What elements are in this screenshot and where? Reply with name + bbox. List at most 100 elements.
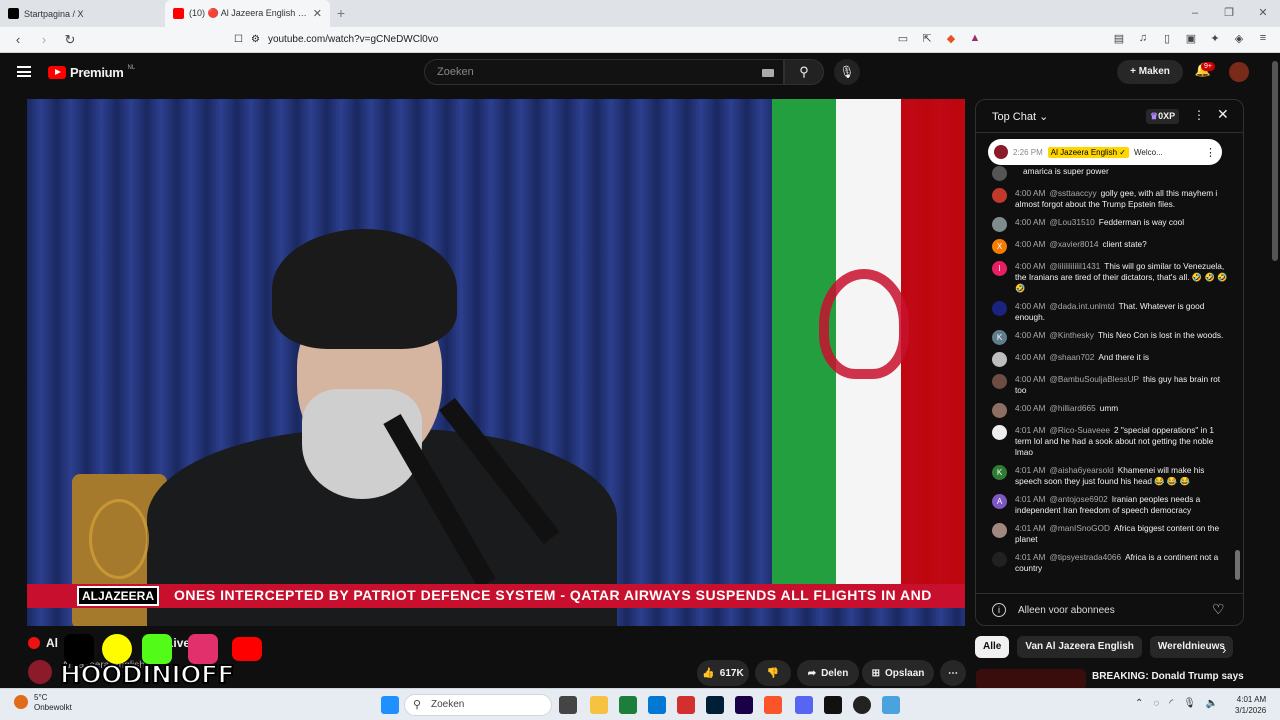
like-button[interactable]: 👍 617K: [697, 660, 749, 686]
message-author[interactable]: @shaan702: [1049, 352, 1094, 362]
message-author[interactable]: @xavier8014: [1049, 239, 1098, 249]
chat-mode-dropdown[interactable]: Top Chat ⌄: [992, 110, 1048, 123]
wallet-icon[interactable]: ▣: [1182, 32, 1200, 48]
acrobat-icon[interactable]: [677, 696, 695, 714]
youtube-logo[interactable]: Premium NL: [48, 65, 135, 80]
chat-message[interactable]: 4:00 AM @ssttaaccyy golly gee, with all th…: [992, 188, 1228, 210]
keyboard-icon[interactable]: [762, 69, 774, 77]
wifi-icon[interactable]: ◜: [1169, 698, 1173, 709]
message-author[interactable]: @manISnoGOD: [1049, 523, 1110, 533]
more-actions-button[interactable]: ⋯: [940, 660, 966, 686]
share-button[interactable]: ➦ Delen: [797, 660, 859, 686]
brave-icon[interactable]: [764, 696, 782, 714]
restore-icon[interactable]: ❐: [1212, 0, 1246, 27]
forward-icon[interactable]: ›: [34, 32, 54, 47]
close-window-icon[interactable]: ✕: [1246, 0, 1280, 27]
info-icon[interactable]: i: [992, 603, 1006, 617]
scroll-thumb[interactable]: [1235, 550, 1240, 580]
pinned-more-icon[interactable]: ⋮: [1205, 146, 1216, 159]
sidebar-icon[interactable]: ▯: [1158, 32, 1176, 48]
avatar[interactable]: [992, 352, 1007, 367]
chat-message[interactable]: 4:00 AM @hilliard665 umm: [992, 403, 1228, 418]
app-icon[interactable]: [882, 696, 900, 714]
chat-message[interactable]: K 4:01 AM @aisha6yearsold Khamenei will mak…: [992, 465, 1228, 487]
chevron-up-icon[interactable]: ⌃: [1135, 698, 1143, 709]
save-button[interactable]: ⊞ Opslaan: [862, 660, 934, 686]
related-title[interactable]: BREAKING: Donald Trump says: [1092, 671, 1244, 682]
search-button[interactable]: ⚲: [784, 59, 824, 85]
scroll-thumb[interactable]: [1272, 61, 1278, 261]
message-author[interactable]: @lilililililil1431: [1049, 261, 1100, 271]
share-icon[interactable]: ⇱: [918, 32, 936, 48]
avatar[interactable]: A: [992, 494, 1007, 509]
taskbar-search[interactable]: ⚲ Zoeken: [404, 694, 552, 716]
heart-icon[interactable]: ♡: [1212, 601, 1225, 618]
avatar[interactable]: K: [992, 465, 1007, 480]
task-view-icon[interactable]: [559, 696, 577, 714]
reader-icon[interactable]: ▤: [1110, 32, 1128, 48]
music-icon[interactable]: ♫: [1134, 32, 1152, 48]
outlook-icon[interactable]: [648, 696, 666, 714]
chip-channel[interactable]: Van Al Jazeera English: [1017, 636, 1142, 658]
chevron-right-icon[interactable]: ›: [1222, 642, 1226, 657]
message-author[interactable]: @hilliard665: [1049, 403, 1095, 413]
create-button[interactable]: + Maken: [1117, 60, 1183, 84]
pinned-message[interactable]: 2:26 PM Al Jazeera English ✓ Welco... ⋮: [988, 139, 1222, 165]
file-explorer-icon[interactable]: [590, 696, 608, 714]
avatar[interactable]: [992, 166, 1007, 181]
new-tab-icon[interactable]: +: [330, 0, 352, 27]
message-author[interactable]: @dada.int.unlmtd: [1049, 301, 1114, 311]
message-author[interactable]: @antojose6902: [1049, 494, 1107, 504]
avatar[interactable]: [992, 552, 1007, 567]
url-field[interactable]: ☐ ⚙ youtube.com/watch?v=gCNeDWCl0vo: [226, 30, 888, 50]
voice-search-button[interactable]: 🎙: [834, 59, 860, 85]
points-badge[interactable]: ♛0XP: [1146, 109, 1180, 124]
chat-message[interactable]: l 4:00 AM @lilililililil1431 This will go s…: [992, 261, 1228, 294]
app-icon[interactable]: [824, 696, 842, 714]
message-author[interactable]: @aisha6yearsold: [1049, 465, 1113, 475]
avatar[interactable]: X: [992, 239, 1007, 254]
back-icon[interactable]: ‹: [8, 32, 28, 47]
chat-message[interactable]: amarica is super power: [992, 166, 1228, 181]
search-input[interactable]: Zoeken: [424, 59, 784, 85]
avatar[interactable]: [992, 301, 1007, 316]
message-author[interactable]: @Rico-Suaveee: [1049, 425, 1110, 435]
message-author[interactable]: @Lou31510: [1049, 217, 1094, 227]
browser-tab-active[interactable]: (10) 🔴 Al Jazeera English | Li ✕: [165, 0, 330, 27]
avatar[interactable]: [992, 188, 1007, 203]
video-player[interactable]: ALJAZEERA ONES INTERCEPTED BY PATRIOT DE…: [27, 99, 965, 626]
reload-icon[interactable]: ↻: [60, 32, 80, 48]
clock[interactable]: 4:01 AM 3/1/2026: [1235, 694, 1266, 716]
premiere-icon[interactable]: [735, 696, 753, 714]
chat-more-icon[interactable]: ⋮: [1193, 108, 1205, 122]
chat-message[interactable]: 4:00 AM @dada.int.unlmtd That. Whatever is…: [992, 301, 1228, 323]
avatar[interactable]: [992, 425, 1007, 440]
chat-scrollbar[interactable]: [1235, 140, 1240, 587]
menu-icon[interactable]: ≡: [1254, 32, 1272, 48]
brave-shield-icon[interactable]: ◆: [942, 32, 960, 48]
site-info-icon[interactable]: ⚙: [251, 34, 260, 45]
bookmark-icon[interactable]: ☐: [234, 34, 243, 45]
leo-icon[interactable]: ✦: [1206, 32, 1224, 48]
chat-message[interactable]: A 4:01 AM @antojose6902 Iranian peoples nee…: [992, 494, 1228, 516]
avatar[interactable]: [992, 217, 1007, 232]
avatar[interactable]: l: [992, 261, 1007, 276]
chat-message[interactable]: X 4:00 AM @xavier8014 client state?: [992, 239, 1228, 254]
chat-message[interactable]: 4:00 AM @Lou31510 Fedderman is way cool: [992, 217, 1228, 232]
chat-message[interactable]: 4:00 AM @shaan702 And there it is: [992, 352, 1228, 367]
spreadsheet-icon[interactable]: [619, 696, 637, 714]
obs-icon[interactable]: [853, 696, 871, 714]
message-author[interactable]: @BambuSouljaBlessUP: [1049, 374, 1139, 384]
speaker-icon[interactable]: 🔈: [1206, 698, 1218, 709]
chip-world-news[interactable]: Wereldnieuws: [1149, 636, 1233, 658]
chat-message[interactable]: 4:01 AM @Rico-Suaveee 2 "special opperatio…: [992, 425, 1228, 458]
channel-avatar[interactable]: [28, 660, 52, 684]
chat-message[interactable]: 4:01 AM @manISnoGOD Africa biggest content…: [992, 523, 1228, 545]
related-thumbnail[interactable]: [976, 669, 1086, 690]
chat-message[interactable]: 4:01 AM @tipsyestrada4066 Africa is a cont…: [992, 552, 1228, 574]
close-chat-icon[interactable]: ✕: [1217, 106, 1229, 123]
rewards-icon[interactable]: ▲: [966, 32, 984, 48]
page-scrollbar[interactable]: [1271, 53, 1279, 687]
message-author[interactable]: @tipsyestrada4066: [1049, 552, 1121, 562]
chip-all[interactable]: Alle: [975, 636, 1010, 658]
